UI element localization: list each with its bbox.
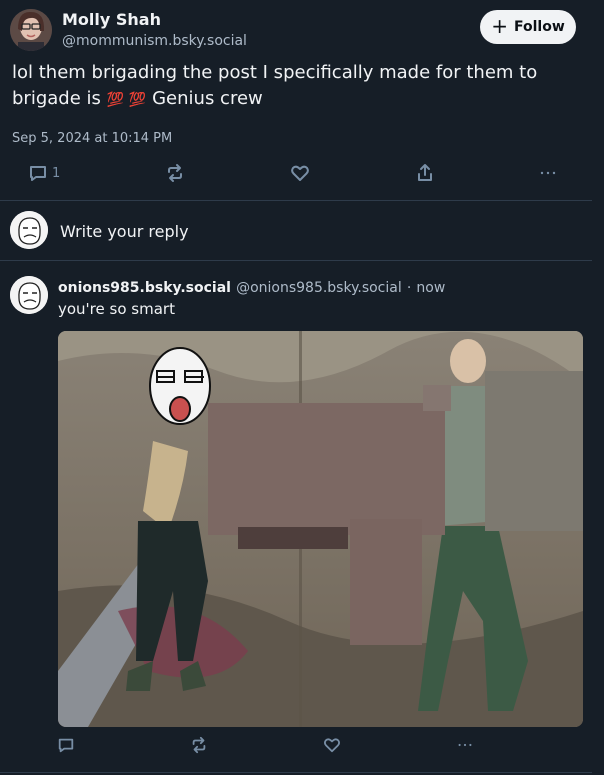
- hundred-emoji: 💯 💯: [106, 92, 147, 108]
- divider: [0, 260, 592, 261]
- reply-media-image[interactable]: [58, 331, 583, 727]
- like-icon: [324, 738, 340, 753]
- scrollbar[interactable]: [592, 0, 604, 775]
- reply-text: you're so smart: [58, 300, 175, 318]
- reply-icon: [58, 738, 74, 753]
- more-button[interactable]: [538, 163, 558, 183]
- author-avatar[interactable]: [10, 9, 52, 51]
- post-text: lol them brigading the post I specifical…: [12, 60, 582, 113]
- follow-label: Follow: [514, 19, 565, 35]
- reply-header: onions985.bsky.social @onions985.bsky.so…: [58, 277, 445, 296]
- repost-icon: [168, 164, 182, 182]
- author-handle[interactable]: @mommunism.bsky.social: [62, 33, 247, 49]
- share-icon: [418, 164, 432, 181]
- repost-button[interactable]: [165, 163, 185, 183]
- more-icon: [540, 171, 556, 175]
- share-button[interactable]: [415, 163, 435, 183]
- reply-more-button[interactable]: [456, 736, 474, 754]
- post-text-line1: lol them brigading the post I specifical…: [12, 62, 538, 83]
- reply-count: 1: [52, 165, 61, 181]
- reply-author-handle[interactable]: @onions985.bsky.social: [236, 280, 402, 296]
- reply-reply-button[interactable]: [57, 736, 75, 754]
- reply-author-avatar[interactable]: [10, 276, 48, 314]
- follow-button[interactable]: + Follow: [480, 10, 576, 44]
- reply-time[interactable]: now: [416, 280, 445, 296]
- author-name[interactable]: Molly Shah: [62, 10, 161, 29]
- like-button[interactable]: [290, 163, 310, 183]
- divider: [0, 772, 592, 773]
- like-icon: [291, 165, 309, 181]
- post-timestamp[interactable]: Sep 5, 2024 at 10:14 PM: [12, 131, 172, 146]
- reply-input[interactable]: Write your reply: [60, 222, 189, 241]
- plus-icon: +: [491, 14, 508, 38]
- reply-button[interactable]: 1: [28, 163, 60, 183]
- reply-author-name[interactable]: onions985.bsky.social: [58, 280, 231, 296]
- divider: [0, 200, 592, 201]
- my-avatar[interactable]: [10, 211, 48, 249]
- reply-icon: [30, 166, 46, 181]
- more-icon: [458, 743, 472, 747]
- reply-like-button[interactable]: [323, 736, 341, 754]
- meta-separator: ·: [406, 280, 412, 296]
- post-text-line2: brigade is 💯 💯 Genius crew: [12, 88, 263, 109]
- repost-icon: [192, 736, 206, 754]
- reply-repost-button[interactable]: [190, 736, 208, 754]
